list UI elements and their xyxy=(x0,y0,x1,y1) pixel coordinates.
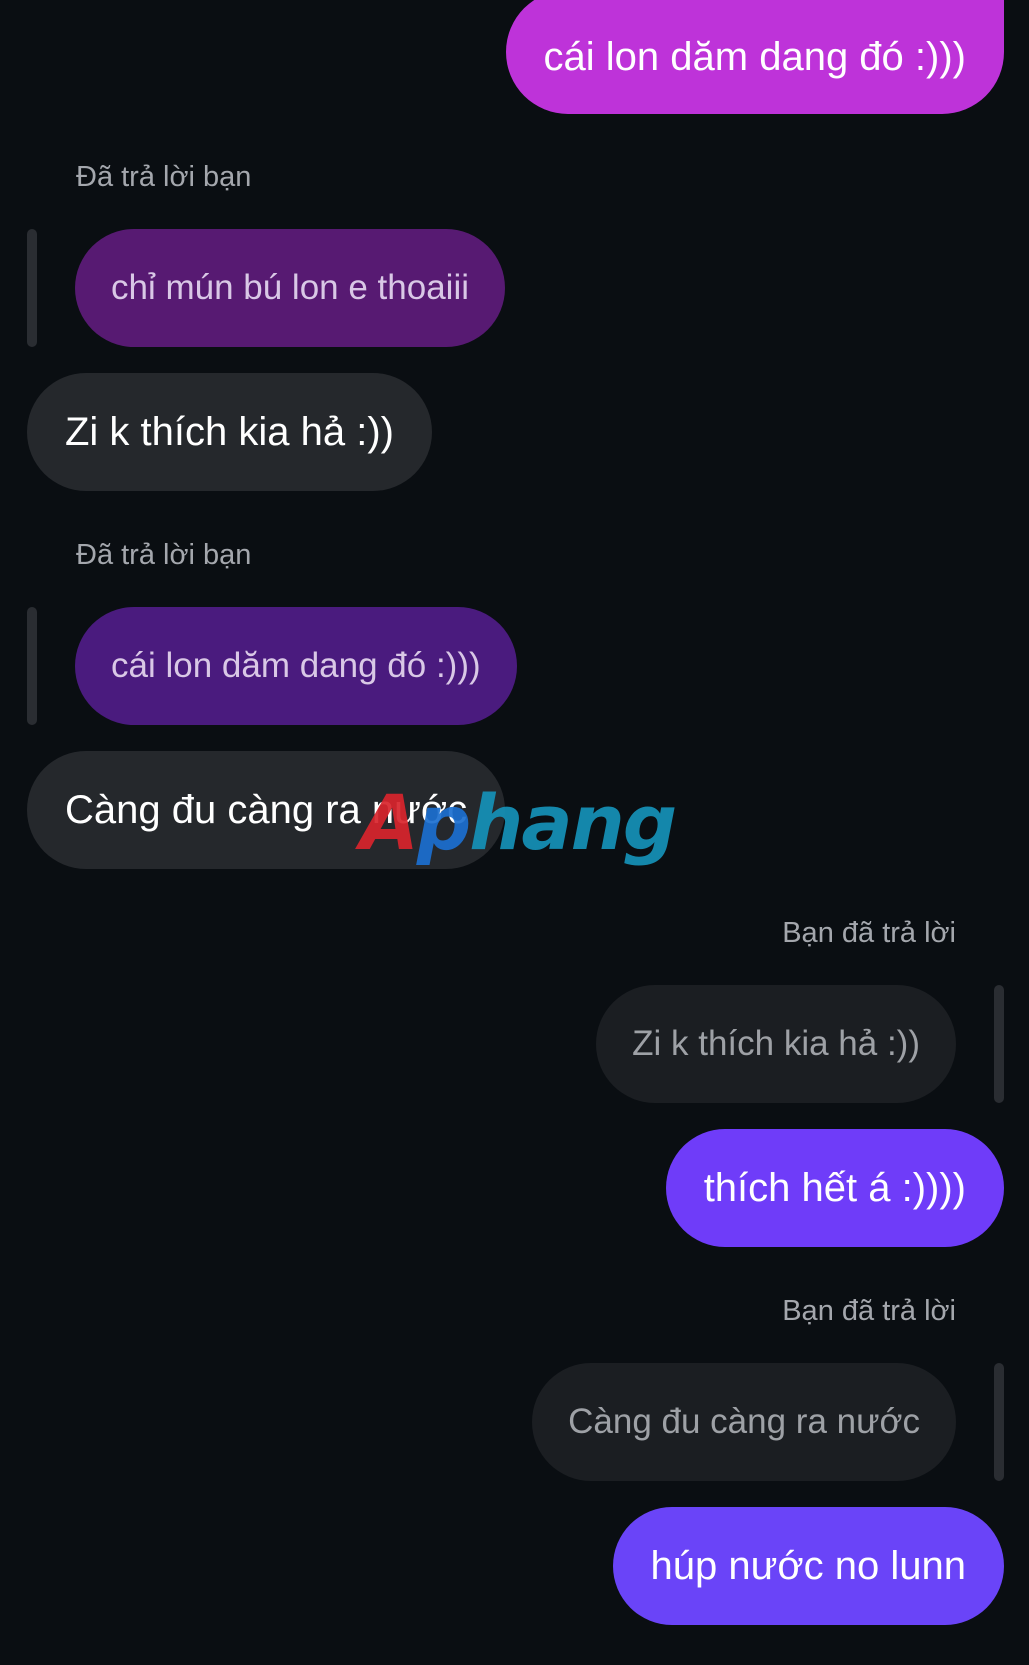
reply-bar xyxy=(994,985,1004,1103)
reply-label: Bạn đã trả lời xyxy=(782,1295,956,1327)
outgoing-message[interactable]: thích hết á :)))) xyxy=(665,1129,1004,1247)
message-text: thích hết á :)))) xyxy=(703,1165,966,1210)
quoted-message[interactable]: Càng đu càng ra nước xyxy=(532,1363,956,1481)
outgoing-message[interactable]: cái lon dăm dang đó :))) xyxy=(505,0,1004,114)
quoted-text: chỉ mún bú lon e thoaiii xyxy=(111,268,469,307)
quoted-message[interactable]: chỉ mún bú lon e thoaiii xyxy=(75,229,505,347)
outgoing-message[interactable]: húp nước no lunn xyxy=(612,1507,1004,1625)
reply-label: Đã trả lời bạn xyxy=(76,161,252,193)
reply-label: Đã trả lời bạn xyxy=(76,539,252,571)
reply-bar xyxy=(27,607,37,725)
reply-label: Bạn đã trả lời xyxy=(782,917,956,949)
reply-bar xyxy=(994,1363,1004,1481)
watermark-logo: Aphang xyxy=(360,778,677,867)
message-text: Zi k thích kia hả :)) xyxy=(65,409,394,454)
incoming-message[interactable]: Zi k thích kia hả :)) xyxy=(27,373,432,491)
quoted-text: Càng đu càng ra nước xyxy=(568,1402,920,1441)
quoted-text: cái lon dăm dang đó :))) xyxy=(111,646,481,685)
message-text: cái lon dăm dang đó :))) xyxy=(543,34,966,79)
chat-thread: cái lon dăm dang đó :))) Đã trả lời bạn … xyxy=(0,0,1029,1665)
message-text: húp nước no lunn xyxy=(650,1543,966,1588)
quoted-text: Zi k thích kia hả :)) xyxy=(632,1024,920,1063)
reply-bar xyxy=(27,229,37,347)
quoted-message[interactable]: Zi k thích kia hả :)) xyxy=(596,985,956,1103)
quoted-message[interactable]: cái lon dăm dang đó :))) xyxy=(75,607,517,725)
